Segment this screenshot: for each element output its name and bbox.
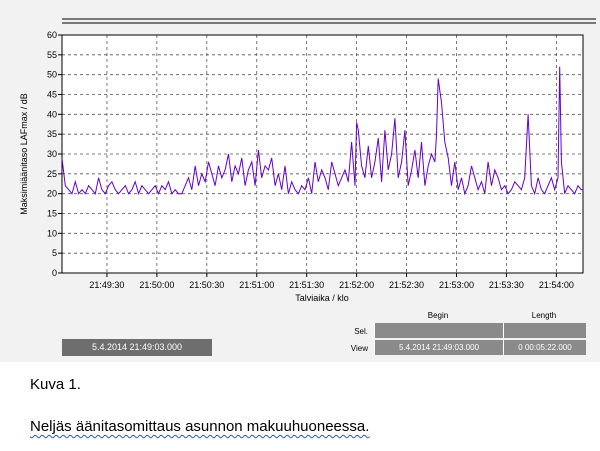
sel-begin-field[interactable] — [374, 323, 503, 338]
view-length-field[interactable]: 0 00:05:22.000 — [503, 340, 586, 355]
length-header: Length — [531, 311, 557, 320]
y-tick-label: 30 — [47, 149, 57, 159]
y-tick-label: 0 — [52, 268, 57, 278]
y-tick-label: 45 — [47, 90, 57, 100]
x-tick-label: 21:50:30 — [189, 280, 224, 290]
y-tick-label: 40 — [47, 109, 57, 119]
start-time-display: 5.4.2014 21:49:03.000 — [62, 339, 212, 356]
x-tick-label: 21:52:00 — [339, 280, 374, 290]
view-label: View — [350, 344, 368, 353]
x-tick-label: 21:50:00 — [139, 280, 174, 290]
y-tick-label: 20 — [47, 189, 57, 199]
y-tick-label: 10 — [47, 228, 57, 238]
x-axis-title: Talviaika / klo — [295, 293, 349, 303]
y-tick-label: 60 — [47, 30, 57, 40]
x-tick-label: 21:52:30 — [389, 280, 424, 290]
begin-header: Begin — [427, 311, 449, 320]
chart-panel: 0 5 10 15 20 25 30 35 40 45 50 55 60 21:49:30 21:50:0… — [0, 0, 600, 362]
view-begin-field[interactable]: 5.4.2014 21:49:03.000 — [374, 340, 503, 355]
y-tick-label: 5 — [52, 248, 57, 258]
y-axis-ticks: 0 5 10 15 20 25 30 35 40 45 50 55 60 — [47, 30, 62, 278]
y-tick-label: 55 — [47, 50, 57, 60]
y-tick-label: 50 — [47, 70, 57, 80]
line-chart: 0 5 10 15 20 25 30 35 40 45 50 55 60 21:49:30 21:50:0… — [19, 18, 596, 303]
y-tick-label: 25 — [47, 169, 57, 179]
x-tick-label: 21:53:30 — [489, 280, 524, 290]
y-axis-title: Maksimiäänitaso LAFmax / dB — [19, 93, 29, 215]
sel-length-field[interactable] — [503, 323, 586, 338]
x-tick-label: 21:49:30 — [89, 280, 124, 290]
x-tick-label: 21:54:00 — [539, 280, 574, 290]
y-tick-label: 15 — [47, 209, 57, 219]
x-axis-ticks: 21:49:30 21:50:00 21:50:30 21:51:00 21:51:30… — [89, 273, 574, 290]
y-tick-label: 35 — [47, 129, 57, 139]
x-tick-label: 21:51:00 — [239, 280, 274, 290]
x-tick-label: 21:51:30 — [289, 280, 324, 290]
caption-text: Neljäs äänitasomittaus asunnon makuuhuon… — [30, 418, 370, 435]
x-tick-label: 21:53:00 — [439, 280, 474, 290]
sel-label: Sel. — [354, 327, 368, 336]
caption-title: Kuva 1. — [30, 376, 81, 393]
